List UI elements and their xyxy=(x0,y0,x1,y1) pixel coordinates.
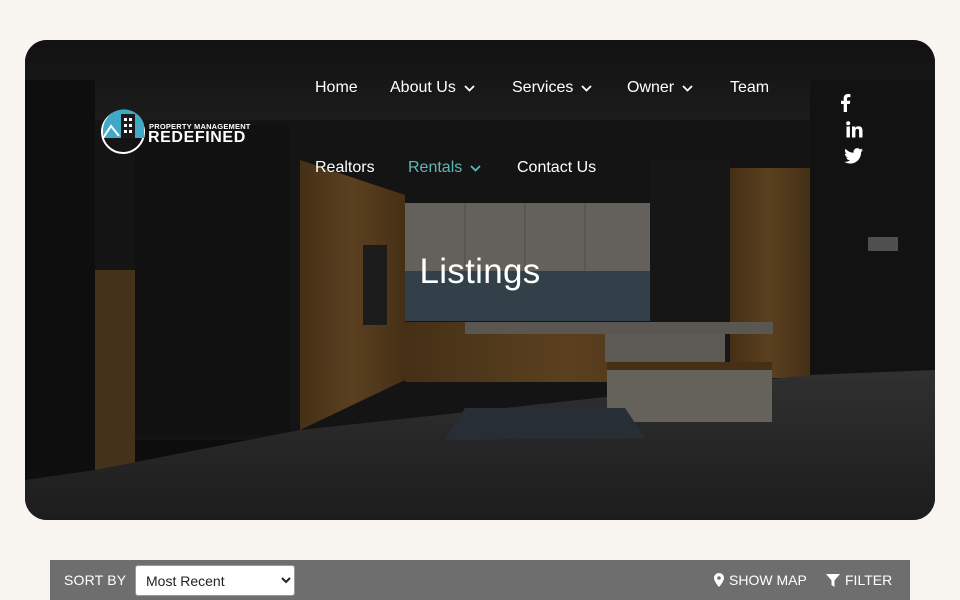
nav-rentals-label: Rentals xyxy=(408,159,463,176)
nav-owner[interactable]: Owner xyxy=(627,79,693,97)
linkedin-icon[interactable] xyxy=(844,119,864,139)
chevron-down-icon xyxy=(464,84,475,92)
chevron-down-icon xyxy=(682,84,693,92)
nav-realtors-label: Realtors xyxy=(315,159,375,176)
facebook-icon[interactable] xyxy=(835,93,855,113)
logo-wordmark: REDEFINED xyxy=(148,129,246,146)
nav-services[interactable]: Services xyxy=(512,79,592,97)
chevron-down-icon xyxy=(470,164,481,172)
nav-about-us[interactable]: About Us xyxy=(390,79,475,97)
hero-banner: PROPERTY MANAGEMENT REDEFINED Home About… xyxy=(25,40,935,520)
nav-realtors[interactable]: Realtors xyxy=(315,159,375,177)
listings-toolbar: SORT BY Most Recent SHOW MAP FILTER xyxy=(50,560,910,600)
twitter-icon[interactable] xyxy=(843,146,863,166)
nav-contact-us-label: Contact Us xyxy=(517,159,597,176)
page-title: Listings xyxy=(419,252,541,291)
sort-select[interactable]: Most Recent xyxy=(135,565,295,596)
nav-rentals[interactable]: Rentals xyxy=(408,159,481,177)
nav-services-label: Services xyxy=(512,79,574,96)
show-map-label: SHOW MAP xyxy=(729,572,807,588)
nav-team[interactable]: Team xyxy=(730,79,769,97)
nav-about-us-label: About Us xyxy=(390,79,456,96)
nav-owner-label: Owner xyxy=(627,79,675,96)
map-pin-icon xyxy=(714,573,724,587)
company-logo[interactable]: PROPERTY MANAGEMENT REDEFINED xyxy=(101,108,251,158)
nav-contact-us[interactable]: Contact Us xyxy=(517,159,596,177)
sort-by-label: SORT BY xyxy=(64,572,127,588)
nav-team-label: Team xyxy=(730,79,770,96)
filter-icon xyxy=(826,573,840,587)
nav-home-label: Home xyxy=(315,79,358,96)
show-map-button[interactable]: SHOW MAP xyxy=(714,572,807,588)
chevron-down-icon xyxy=(581,84,592,92)
logo-house-icon xyxy=(101,109,145,154)
filter-button[interactable]: FILTER xyxy=(826,572,892,588)
filter-label: FILTER xyxy=(845,572,893,588)
nav-home[interactable]: Home xyxy=(315,79,358,97)
